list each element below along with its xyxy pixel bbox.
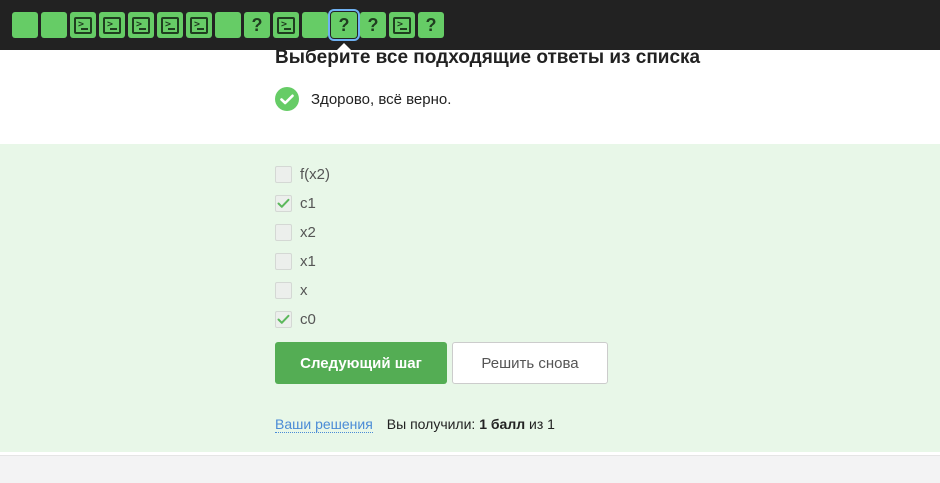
option-row[interactable]: x1 (275, 247, 330, 276)
step-tile-4[interactable]: > (99, 12, 125, 38)
step-tile-6[interactable]: > (157, 12, 183, 38)
bottom-strip (0, 455, 940, 483)
step-tile-13[interactable]: ? (360, 12, 386, 38)
terminal-icon: > (161, 16, 179, 34)
option-row[interactable]: f(x2) (275, 160, 330, 189)
terminal-icon: > (190, 16, 208, 34)
next-step-button[interactable]: Следующий шаг (275, 342, 447, 384)
result-message: Здорово, всё верно. (275, 87, 451, 111)
checkmark-icon (277, 314, 290, 324)
option-row[interactable]: x (275, 276, 330, 305)
step-navigation-bar: > > > > >? >?? >? (0, 0, 940, 50)
option-checkbox[interactable] (275, 282, 292, 299)
option-checkbox[interactable] (275, 311, 292, 328)
terminal-icon: > (74, 16, 92, 34)
step-tile-12[interactable]: ? (328, 9, 360, 41)
terminal-icon: > (132, 16, 150, 34)
option-checkbox[interactable] (275, 166, 292, 183)
option-checkbox[interactable] (275, 253, 292, 270)
option-label: x (300, 282, 308, 299)
terminal-icon: > (277, 16, 295, 34)
options-list: f(x2) c1 x2 x1 x c0 (275, 160, 330, 334)
score-suffix: из 1 (529, 416, 555, 432)
terminal-icon: > (103, 16, 121, 34)
option-checkbox[interactable] (275, 224, 292, 241)
question-mark-icon: ? (338, 15, 350, 35)
option-row[interactable]: c0 (275, 305, 330, 334)
step-tile-3[interactable]: > (70, 12, 96, 38)
steps-list: > > > > >? >?? >? (12, 9, 444, 41)
step-tile-2[interactable] (41, 12, 67, 38)
score-prefix: Вы получили: (386, 416, 476, 432)
question-mark-icon: ? (367, 15, 379, 35)
retry-button[interactable]: Решить снова (452, 342, 608, 384)
your-solutions-link[interactable]: Ваши решения (275, 416, 373, 433)
answer-area: f(x2) c1 x2 x1 x c0 Следующий шаг Решить снов… (0, 144, 940, 452)
terminal-icon: > (393, 16, 411, 34)
result-text: Здорово, всё верно. (311, 90, 452, 108)
checkmark-icon (277, 198, 290, 208)
step-tile-1[interactable] (12, 12, 38, 38)
option-label: x1 (300, 253, 316, 270)
step-tile-10[interactable]: > (273, 12, 299, 38)
step-tile-8[interactable] (215, 12, 241, 38)
step-tile-9[interactable]: ? (244, 12, 270, 38)
check-circle-icon (275, 87, 299, 111)
option-checkbox[interactable] (275, 195, 292, 212)
step-tile-14[interactable]: > (389, 12, 415, 38)
step-tile-7[interactable]: > (186, 12, 212, 38)
option-label: f(x2) (300, 166, 330, 183)
option-row[interactable]: x2 (275, 218, 330, 247)
score-value: 1 балл (479, 416, 526, 432)
question-mark-icon: ? (251, 15, 263, 35)
option-label: c0 (300, 311, 316, 328)
option-row[interactable]: c1 (275, 189, 330, 218)
question-title: Выберите все подходящие ответы из списка (275, 47, 701, 68)
step-tile-5[interactable]: > (128, 12, 154, 38)
step-tile-15[interactable]: ? (418, 12, 444, 38)
submission-footer: Ваши решения Вы получили: 1 балл из 1 (275, 416, 555, 433)
option-label: c1 (300, 195, 316, 212)
option-label: x2 (300, 224, 316, 241)
step-tile-11[interactable] (302, 12, 328, 38)
question-mark-icon: ? (425, 15, 437, 35)
